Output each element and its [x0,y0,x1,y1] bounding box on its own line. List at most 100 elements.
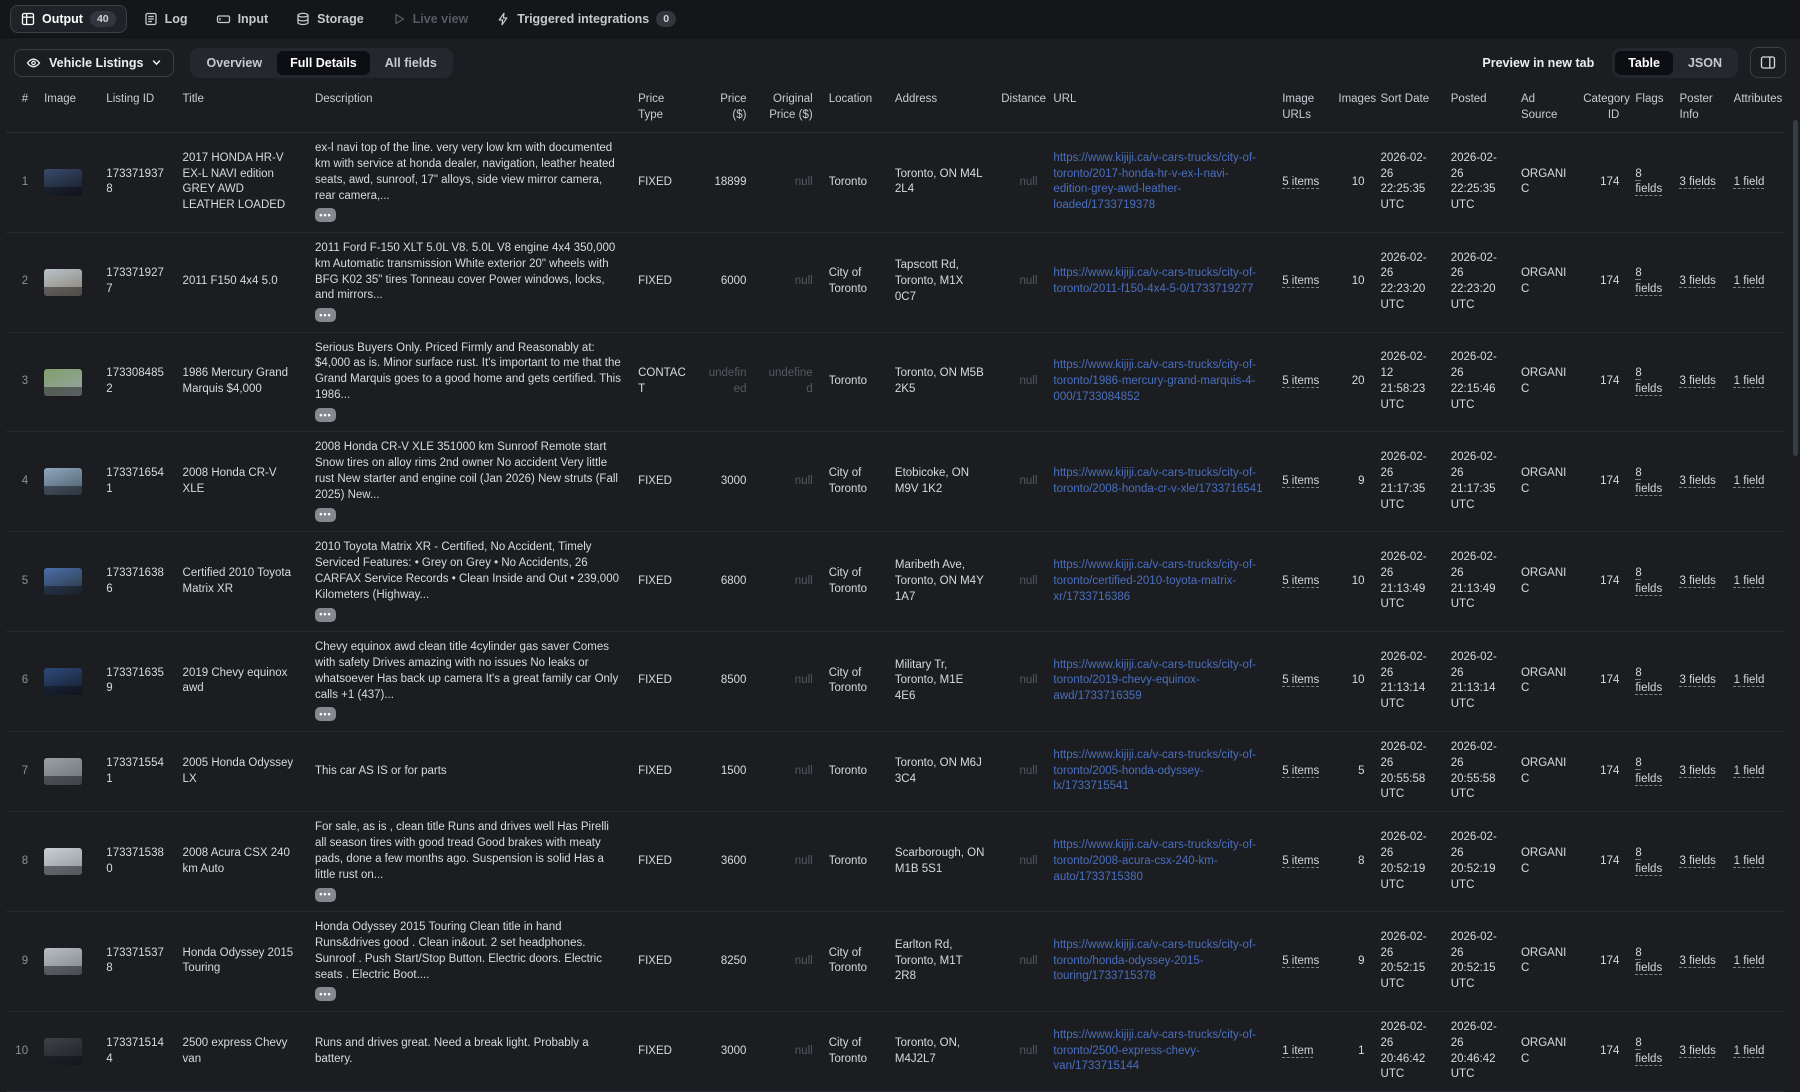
attributes-cell-expand-chip[interactable]: 1 field [1734,855,1765,867]
column-header-url[interactable]: URL [1045,85,1275,134]
column-header-posted[interactable]: Posted [1442,85,1513,134]
image-urls-cell-expand-chip[interactable]: 5 items [1282,674,1319,686]
listing-thumbnail[interactable] [44,848,83,876]
poster-info-cell-expand-chip[interactable]: 3 fields [1680,375,1716,387]
column-header-sort_date[interactable]: Sort Date [1372,85,1443,134]
preview-in-new-tab-link[interactable]: Preview in new tab [1482,56,1594,70]
column-header-flags[interactable]: Flags [1627,85,1672,134]
image-urls-cell-expand-chip[interactable]: 5 items [1282,955,1319,967]
image-urls-cell-expand-chip[interactable]: 5 items [1282,765,1319,777]
listing-url-link[interactable]: https://www.kijiji.ca/v-cars-trucks/city… [1053,748,1266,796]
expand-description-button[interactable]: ••• [314,607,336,622]
column-header-listing_id[interactable]: Listing ID [98,85,175,134]
listing-url-link[interactable]: https://www.kijiji.ca/v-cars-trucks/city… [1053,658,1266,706]
flags-cell-expand-chip[interactable]: 8 fields [1635,567,1662,595]
listing-thumbnail[interactable] [44,1038,83,1066]
column-header-original_price[interactable]: Original Price ($) [754,85,821,134]
expand-description-button[interactable]: ••• [314,408,336,423]
attributes-cell-expand-chip[interactable]: 1 field [1734,176,1765,188]
attributes-cell-expand-chip[interactable]: 1 field [1734,275,1765,287]
listing-url-link[interactable]: https://www.kijiji.ca/v-cars-trucks/city… [1053,466,1266,498]
attributes-cell-expand-chip[interactable]: 1 field [1734,375,1765,387]
attributes-cell-expand-chip[interactable]: 1 field [1734,765,1765,777]
listing-url-link[interactable]: https://www.kijiji.ca/v-cars-trucks/city… [1053,938,1266,986]
column-header-title[interactable]: Title [174,85,307,134]
poster-info-cell-expand-chip[interactable]: 3 fields [1680,1045,1716,1057]
column-header-distance[interactable]: Distance [993,85,1046,134]
top-tab-log[interactable]: Log [133,6,199,32]
poster-info-cell-expand-chip[interactable]: 3 fields [1680,955,1716,967]
listing-url-link[interactable]: https://www.kijiji.ca/v-cars-trucks/city… [1053,358,1266,406]
listing-thumbnail[interactable] [44,568,83,596]
column-header-num[interactable]: # [6,85,37,134]
listing-url-link[interactable]: https://www.kijiji.ca/v-cars-trucks/city… [1053,838,1266,886]
attributes-cell-expand-chip[interactable]: 1 field [1734,575,1765,587]
column-header-ad_source[interactable]: Ad Source [1512,85,1576,134]
column-header-attributes[interactable]: Attributes [1725,85,1784,134]
listing-thumbnail[interactable] [44,268,83,296]
image-urls-cell-expand-chip[interactable]: 5 items [1282,176,1319,188]
listing-thumbnail[interactable] [44,168,83,196]
view-tab-full-details[interactable]: Full Details [277,50,370,75]
listing-url-link[interactable]: https://www.kijiji.ca/v-cars-trucks/city… [1053,1028,1266,1076]
dataset-selector[interactable]: Vehicle Listings [14,48,175,77]
poster-info-cell-expand-chip[interactable]: 3 fields [1680,575,1716,587]
poster-info-cell-expand-chip[interactable]: 3 fields [1680,765,1716,777]
expand-description-button[interactable]: ••• [314,887,336,902]
listing-thumbnail[interactable] [44,368,83,396]
column-header-description[interactable]: Description [306,85,631,134]
column-header-images[interactable]: Images [1330,85,1376,134]
format-toggle-json[interactable]: JSON [1675,51,1735,75]
attributes-cell-expand-chip[interactable]: 1 field [1734,955,1765,967]
image-urls-cell-expand-chip[interactable]: 5 items [1282,855,1319,867]
flags-cell-expand-chip[interactable]: 8 fields [1635,467,1662,495]
listing-url-link[interactable]: https://www.kijiji.ca/v-cars-trucks/city… [1053,151,1266,214]
top-tab-triggered-integrations[interactable]: Triggered integrations 0 [485,5,687,33]
attributes-cell-expand-chip[interactable]: 1 field [1734,475,1765,487]
top-tab-input[interactable]: Input [205,6,280,32]
column-header-address[interactable]: Address [886,85,994,134]
flags-cell-expand-chip[interactable]: 8 fields [1635,847,1662,875]
view-tab-all-fields[interactable]: All fields [372,51,450,75]
flags-cell-expand-chip[interactable]: 8 fields [1635,367,1662,395]
top-tab-output[interactable]: Output 40 [10,4,127,33]
poster-info-cell-expand-chip[interactable]: 3 fields [1680,475,1716,487]
image-urls-cell-expand-chip[interactable]: 5 items [1282,575,1319,587]
image-urls-cell-expand-chip[interactable]: 5 items [1282,375,1319,387]
flags-cell-expand-chip[interactable]: 8 fields [1635,757,1662,785]
image-urls-cell-expand-chip[interactable]: 5 items [1282,275,1319,287]
poster-info-cell-expand-chip[interactable]: 3 fields [1680,674,1716,686]
column-settings-button[interactable] [1750,47,1786,78]
poster-info-cell-expand-chip[interactable]: 3 fields [1680,275,1716,287]
attributes-cell-expand-chip[interactable]: 1 field [1734,674,1765,686]
column-header-image_urls[interactable]: Image URLs [1274,85,1331,134]
listing-url-link[interactable]: https://www.kijiji.ca/v-cars-trucks/city… [1053,558,1266,606]
poster-info-cell-expand-chip[interactable]: 3 fields [1680,855,1716,867]
listing-thumbnail[interactable] [44,667,83,695]
expand-description-button[interactable]: ••• [314,707,336,722]
column-header-price[interactable]: Price ($) [696,85,755,134]
listing-thumbnail[interactable] [44,758,83,786]
flags-cell-expand-chip[interactable]: 8 fields [1635,947,1662,975]
expand-description-button[interactable]: ••• [314,208,336,223]
expand-description-button[interactable]: ••• [314,987,336,1002]
flags-cell-expand-chip[interactable]: 8 fields [1635,1037,1662,1065]
view-tab-overview[interactable]: Overview [193,51,275,75]
column-header-poster_info[interactable]: Poster Info [1671,85,1726,134]
top-tab-storage[interactable]: Storage [285,6,375,32]
listing-thumbnail[interactable] [44,468,83,496]
column-header-category_id[interactable]: Category ID [1575,85,1630,134]
flags-cell-expand-chip[interactable]: 8 fields [1635,667,1662,695]
flags-cell-expand-chip[interactable]: 8 fields [1635,267,1662,295]
column-header-location[interactable]: Location [820,85,887,134]
attributes-cell-expand-chip[interactable]: 1 field [1734,1045,1765,1057]
flags-cell-expand-chip[interactable]: 8 fields [1635,168,1662,196]
column-header-image[interactable]: Image [36,85,99,134]
listing-url-link[interactable]: https://www.kijiji.ca/v-cars-trucks/city… [1053,266,1266,298]
vertical-scrollbar[interactable] [1793,120,1798,456]
image-urls-cell-expand-chip[interactable]: 5 items [1282,475,1319,487]
listing-thumbnail[interactable] [44,947,83,975]
column-header-price_type[interactable]: Price Type [630,85,697,134]
image-urls-cell-expand-chip[interactable]: 1 item [1282,1045,1313,1057]
poster-info-cell-expand-chip[interactable]: 3 fields [1680,176,1716,188]
